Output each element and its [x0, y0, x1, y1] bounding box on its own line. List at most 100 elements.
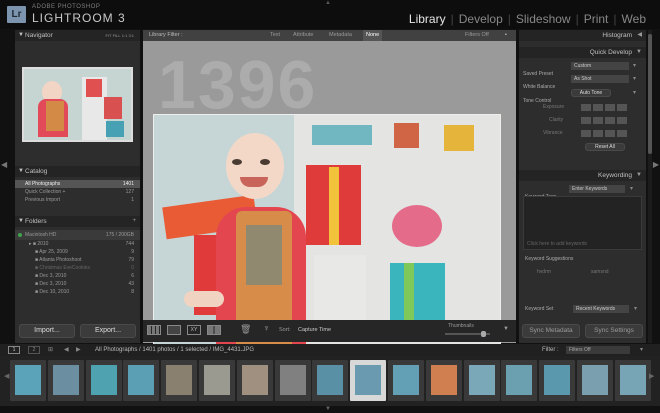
grid-icon[interactable]: ⊞ — [48, 344, 53, 356]
filmstrip-thumbnail[interactable] — [501, 360, 538, 401]
thumbnail-image — [279, 365, 306, 395]
filmstrip-thumbnail[interactable] — [47, 360, 84, 401]
filmstrip-thumbnail[interactable] — [425, 360, 462, 401]
white-balance-toggle-icon[interactable]: ▾ — [633, 75, 636, 82]
keyword-set-dropdown[interactable]: Recent Keywords — [573, 305, 629, 313]
reset-all-button[interactable]: Reset All — [585, 143, 625, 151]
catalog-quick-collection[interactable]: Quick Collection +127 — [15, 188, 140, 196]
folder-dec-3-2010[interactable]: ■ Dec 3, 2010 6 — [15, 272, 140, 280]
filmstrip-thumbnail[interactable] — [388, 360, 424, 401]
module-web[interactable]: Web — [617, 12, 651, 26]
filmstrip-thumbnail[interactable] — [274, 360, 311, 401]
keyword-tags-toggle-icon[interactable]: ▾ — [630, 185, 633, 192]
filter-tab-none[interactable]: None — [363, 30, 383, 41]
thumbnail-image — [468, 365, 495, 395]
exposure-stepper[interactable] — [581, 104, 629, 111]
keyword-entry-area[interactable]: Click here to add keywords — [523, 196, 642, 250]
filmstrip-toggle-icon[interactable]: ▼ — [325, 406, 331, 412]
keyword-set-toggle-icon[interactable]: ▾ — [634, 305, 637, 312]
filmstrip-thumbnail[interactable] — [236, 360, 273, 401]
sort-dropdown[interactable]: Capture Time — [298, 327, 331, 333]
module-bar-toggle-icon[interactable]: ▲ — [325, 0, 331, 6]
folder-christmas-eve-cookies[interactable]: ■ Christmas EveCookies 0 — [15, 264, 140, 272]
filmstrip-filter-toggle-icon[interactable]: ▾ — [640, 344, 643, 356]
filmstrip-thumbnail[interactable] — [123, 360, 160, 401]
folder-dec-3-2010-b[interactable]: ■ Dec 3, 2010 43 — [15, 280, 140, 288]
folder-dec-10-2010[interactable]: ■ Dec 10, 2010 8 — [15, 288, 140, 296]
compare-view-icon[interactable]: XY — [187, 325, 201, 335]
sync-metadata-button[interactable]: Sync Metadata — [522, 324, 580, 338]
filmstrip-source-path[interactable]: All Photographs / 1401 photos / 1 select… — [95, 344, 254, 356]
keyword-suggestion-1[interactable]: hvdrm — [537, 269, 551, 275]
filmstrip-thumbnail[interactable] — [350, 360, 387, 401]
white-balance-dropdown[interactable]: As Shot — [571, 75, 629, 83]
filmstrip-thumbnail[interactable] — [614, 360, 651, 401]
survey-view-icon[interactable] — [207, 325, 221, 335]
right-panel-toggle-icon[interactable]: ▶ — [653, 160, 659, 169]
add-folder-button[interactable]: + — [132, 216, 136, 227]
catalog-header[interactable]: ▼ Catalog — [15, 166, 140, 177]
right-panel-scrollbar[interactable] — [648, 30, 652, 343]
filmstrip-thumbnail[interactable] — [10, 360, 46, 401]
main-photo[interactable] — [153, 114, 501, 349]
volume-macintosh-hd[interactable]: Macintosh HD 175 / 200GB — [15, 230, 140, 240]
navigator-preview[interactable] — [22, 67, 133, 142]
filmstrip-thumbnail[interactable] — [539, 360, 576, 401]
back-arrow-icon[interactable]: ◀ — [64, 344, 69, 356]
catalog-all-photographs[interactable]: All Photographs 1401 — [15, 180, 140, 188]
module-develop[interactable]: Develop — [454, 12, 508, 26]
forward-arrow-icon[interactable]: ▶ — [76, 344, 81, 356]
filmstrip-thumbnail[interactable] — [161, 360, 198, 401]
import-button[interactable]: Import... — [19, 324, 75, 338]
filters-off-dropdown[interactable]: Filters Off — [465, 30, 489, 41]
navigator-header[interactable]: ▼ Navigator FIT FILL 1:1 3:1 — [15, 30, 140, 41]
filter-tab-attribute[interactable]: Attribute — [293, 30, 313, 41]
module-library[interactable]: Library — [404, 12, 451, 26]
filmstrip-thumbnail[interactable] — [312, 360, 349, 401]
filmstrip-thumbnail[interactable] — [577, 360, 613, 401]
quick-develop-header[interactable]: Quick Develop ▼ — [519, 47, 646, 58]
toolbar-menu-icon[interactable]: ▼ — [503, 326, 509, 332]
navigator-zoom-options[interactable]: FIT FILL 1:1 3:1 — [105, 30, 134, 41]
thumbnail-size-slider[interactable] — [445, 331, 490, 337]
delete-icon[interactable]: 🗑 — [240, 324, 251, 335]
grid-view-icon[interactable] — [147, 325, 161, 335]
filmstrip-thumbnail[interactable] — [85, 360, 122, 401]
keyword-suggestion-2[interactable]: samsnd — [591, 269, 609, 275]
filmstrip-scroll-left-icon[interactable]: ◀ — [4, 372, 9, 380]
clarity-stepper[interactable] — [581, 117, 629, 124]
histogram-header[interactable]: Histogram ◀ — [519, 30, 646, 41]
vibrance-stepper[interactable] — [581, 130, 629, 137]
filter-lock-icon[interactable]: ▪ — [505, 30, 507, 41]
thumbnail-slider-handle[interactable] — [481, 331, 486, 337]
module-slideshow[interactable]: Slideshow — [511, 12, 576, 26]
folder-atlanta-photoshoot[interactable]: ■ Atlanta Photoshoot 79 — [15, 256, 140, 264]
right-panel-scroll-thumb[interactable] — [648, 34, 652, 154]
folders-header[interactable]: ▼ Folders + — [15, 216, 140, 227]
filmstrip-thumbnail[interactable] — [463, 360, 500, 401]
keywording-header[interactable]: Keywording ▼ — [519, 170, 646, 181]
window-2-button[interactable]: 2 — [28, 346, 40, 354]
sync-settings-button[interactable]: Sync Settings — [585, 324, 643, 338]
filmstrip-scroll-right-icon[interactable]: ▶ — [649, 372, 654, 380]
auto-tone-button[interactable]: Auto Tone — [571, 89, 611, 97]
filmstrip-thumbnail[interactable] — [199, 360, 235, 401]
module-print[interactable]: Print — [579, 12, 614, 26]
catalog-previous-import[interactable]: Previous Import 1 — [15, 196, 140, 204]
thumbnail-image — [506, 365, 533, 395]
saved-preset-toggle-icon[interactable]: ▾ — [633, 62, 636, 69]
filter-tab-text[interactable]: Text — [270, 30, 280, 41]
window-1-button[interactable]: 1 — [8, 346, 20, 354]
thumbnail-image — [128, 365, 155, 395]
folder-apr-25-2009[interactable]: ■ Apr 25, 2009 9 — [15, 248, 140, 256]
painter-icon[interactable]: ♆ — [263, 323, 270, 333]
folder-2010[interactable]: ▸ ■ 2010 744 — [15, 240, 140, 248]
filter-tab-metadata[interactable]: Metadata — [329, 30, 352, 41]
saved-preset-dropdown[interactable]: Custom — [571, 62, 629, 70]
left-panel-toggle-icon[interactable]: ◀ — [1, 160, 7, 169]
export-button[interactable]: Export... — [80, 324, 136, 338]
loupe-view-icon[interactable] — [167, 325, 181, 335]
keyword-tags-dropdown[interactable]: Enter Keywords — [569, 185, 625, 193]
tone-control-toggle-icon[interactable]: ▾ — [633, 89, 636, 96]
filmstrip-filter-dropdown[interactable]: Filters Off — [566, 346, 630, 354]
